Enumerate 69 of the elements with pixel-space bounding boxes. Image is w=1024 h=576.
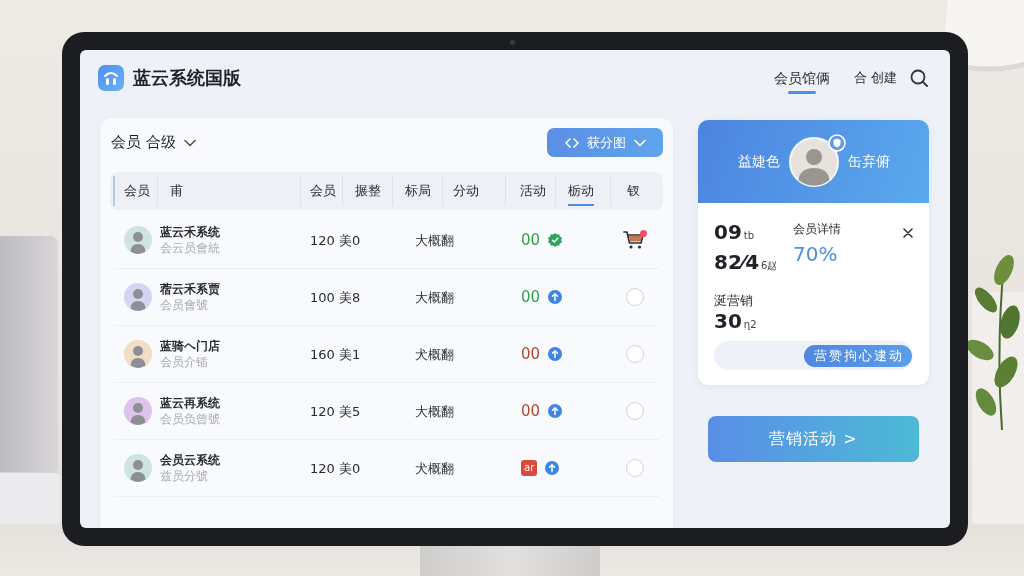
stat-unit: 6赵 — [761, 259, 778, 273]
arrow-up-icon — [548, 347, 563, 361]
chevron-down-icon — [183, 138, 196, 147]
profile-label: 益婕色 — [737, 152, 780, 171]
arrow-up-icon — [548, 404, 563, 418]
amount-text: 120 美0 — [310, 461, 361, 476]
chevron-down-icon — [633, 138, 646, 147]
logo-icon — [98, 65, 124, 91]
member-name: 会员云系统 — [160, 452, 220, 468]
stat-value: 82⁄4 — [714, 249, 760, 275]
badge-icon — [548, 233, 563, 247]
keyboard-drawing — [0, 472, 60, 524]
column-header[interactable]: 搌整 — [342, 176, 392, 206]
detail-percent: 70% — [793, 242, 838, 266]
member-name: 蓝云再系统 — [160, 395, 220, 411]
detail-label: 会员详情 — [793, 222, 841, 236]
status-code: 00 — [521, 288, 541, 306]
category-text: 犬概翻 — [415, 461, 454, 476]
member-name: 蓿云禾系贾 — [160, 281, 220, 297]
member-subtitle: 会云员會統 — [160, 240, 220, 256]
column-header[interactable]: 栃动 — [555, 176, 610, 206]
member-subtitle: 会员會號 — [160, 297, 208, 313]
stat-unit: tb — [743, 229, 755, 243]
member-subtitle: 会员介锸 — [160, 354, 208, 370]
column-header[interactable]: 活动 — [505, 176, 555, 206]
nav-tab[interactable]: 会员馆俩 — [773, 60, 830, 96]
category-text: 大概翻 — [415, 404, 454, 419]
status-code: 00 — [521, 231, 541, 249]
column-header[interactable]: 钗 — [610, 176, 663, 206]
stat-unit: ղ2 — [743, 318, 757, 332]
category-text: 犬概翻 — [415, 347, 454, 362]
amount-text: 160 美1 — [310, 347, 361, 362]
status-code: 00 — [521, 402, 541, 420]
column-header[interactable]: 甫 — [157, 176, 300, 206]
radio-button[interactable] — [625, 345, 644, 363]
radio-button[interactable] — [625, 402, 644, 420]
column-header[interactable]: 会员 — [113, 176, 157, 206]
category-text: 大概翻 — [415, 233, 454, 248]
avatar-icon — [788, 136, 839, 187]
cart-icon[interactable] — [622, 230, 647, 250]
code-icon — [564, 137, 579, 148]
member-subtitle: 兹员分號 — [160, 468, 208, 484]
arrow-up-icon — [545, 461, 560, 475]
radio-button[interactable] — [625, 459, 644, 477]
column-header[interactable]: 分动 — [442, 176, 505, 206]
search-icon[interactable] — [910, 69, 928, 87]
amount-text: 100 美8 — [310, 290, 361, 305]
column-header[interactable]: 会员 — [300, 176, 342, 206]
column-header[interactable]: 标局 — [392, 176, 442, 206]
member-name: 蓝骑ヘ门店 — [160, 338, 220, 354]
status-code: 00 — [521, 345, 541, 363]
group-dropdown[interactable]: 会员 合级 — [110, 133, 196, 152]
amount-text: 120 美5 — [310, 404, 361, 419]
app-title: 蓝云系统国版 — [133, 66, 241, 90]
arrow-up-icon — [548, 290, 563, 304]
profile-label: 缶弃俯 — [847, 152, 890, 171]
amount-text: 120 美0 — [310, 233, 361, 248]
member-name: 蓝云禾系统 — [160, 224, 220, 240]
stat-value: 09 — [714, 219, 742, 245]
stat-label: 涎营销 — [714, 293, 753, 309]
shield-icon — [827, 133, 846, 152]
category-text: 大概翻 — [415, 290, 454, 305]
member-subtitle: 会员负曾號 — [160, 411, 220, 427]
create-button[interactable]: 合 创建 — [853, 69, 897, 87]
stat-value: 30 — [714, 309, 742, 333]
close-icon[interactable] — [903, 228, 913, 238]
status-badge: ar — [521, 460, 538, 476]
camera-icon — [510, 40, 515, 45]
radio-button[interactable] — [625, 288, 644, 306]
